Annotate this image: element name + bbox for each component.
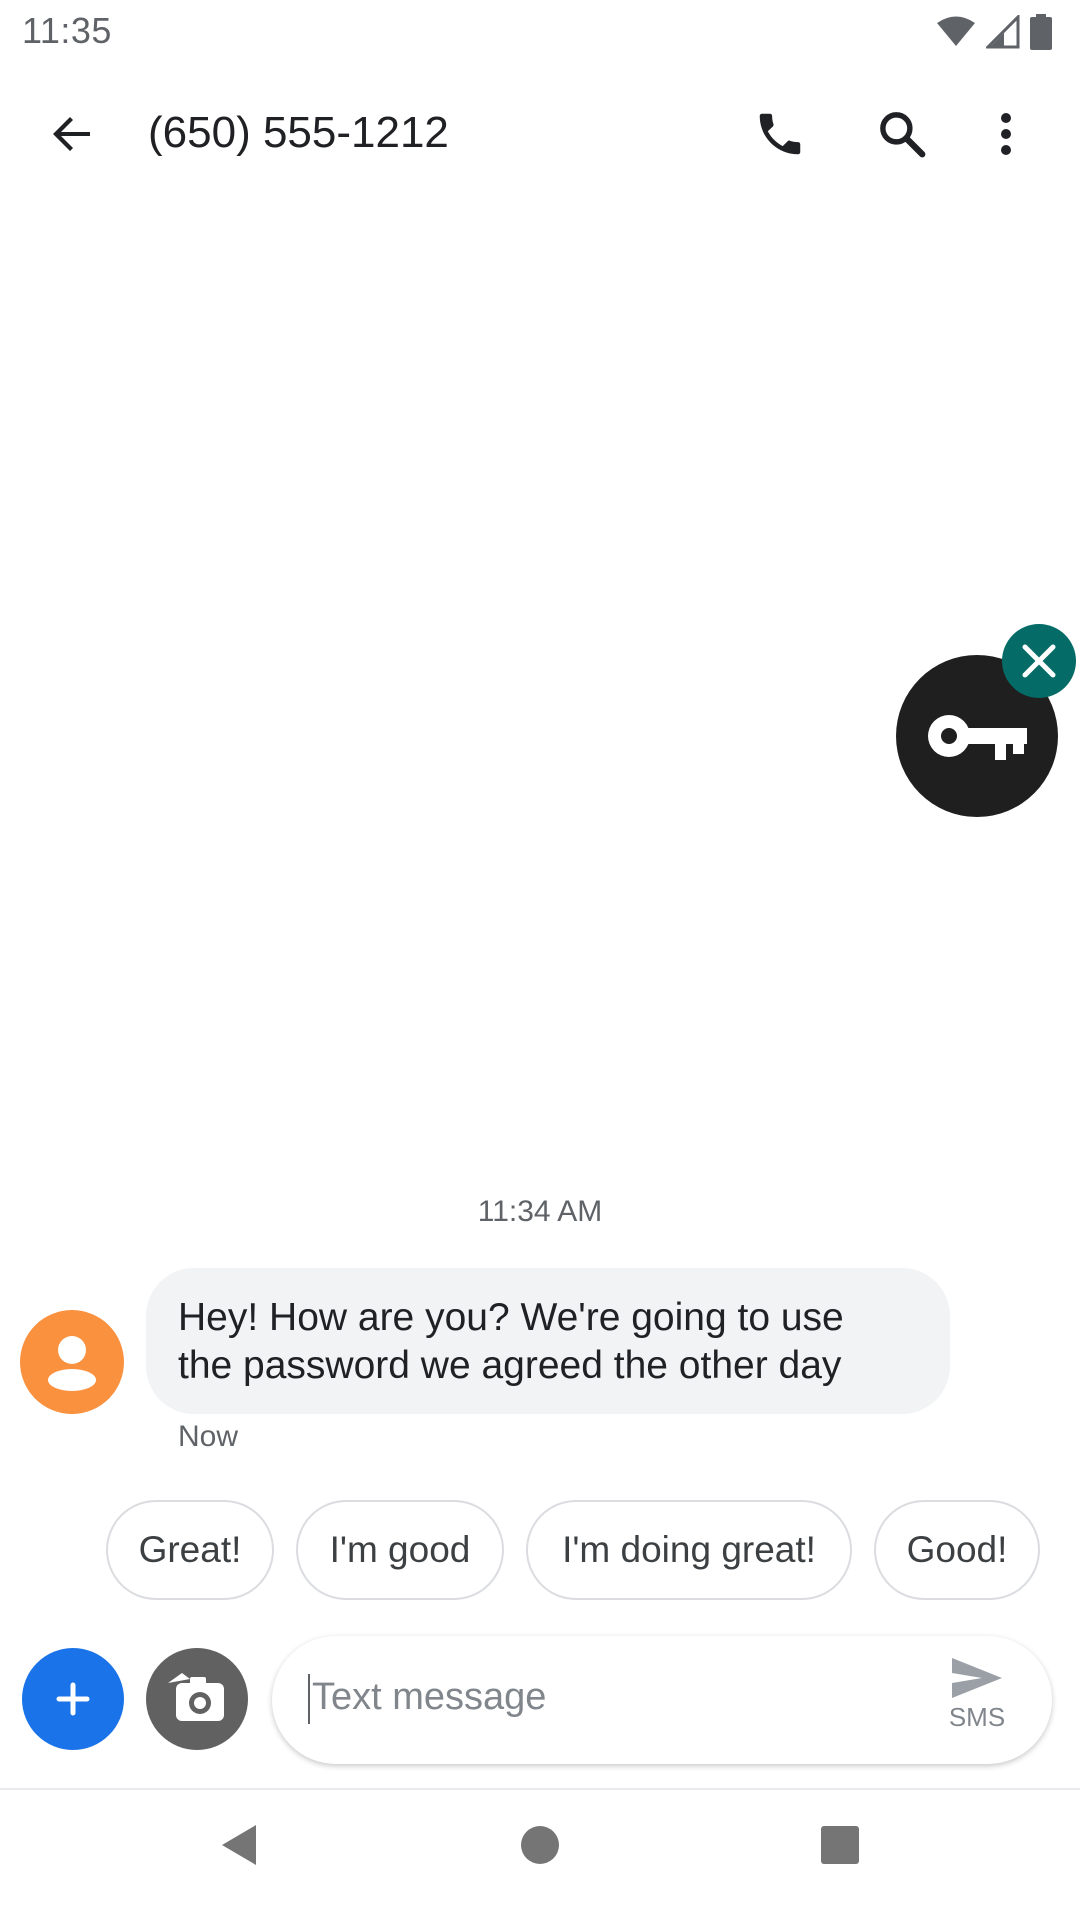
message-input[interactable]: Text message bbox=[312, 1676, 546, 1719]
text-cursor bbox=[308, 1674, 310, 1724]
search-icon bbox=[880, 112, 926, 158]
camera-icon bbox=[168, 1673, 224, 1721]
person-icon bbox=[48, 1336, 96, 1391]
smart-reply-chip[interactable]: I'm doing great! bbox=[526, 1500, 852, 1600]
message-timestamp: 11:34 AM bbox=[477, 1195, 603, 1228]
battery-icon bbox=[1030, 14, 1052, 50]
nav-recents-button[interactable] bbox=[800, 1805, 880, 1885]
close-icon bbox=[1022, 644, 1056, 678]
nav-recents-icon bbox=[821, 1826, 859, 1864]
status-time: 11:35 bbox=[22, 10, 112, 51]
camera-button[interactable] bbox=[146, 1648, 248, 1750]
conversation-title: (650) 555-1212 bbox=[148, 108, 449, 157]
call-button[interactable] bbox=[748, 102, 812, 166]
smart-reply-chip[interactable]: I'm good bbox=[296, 1500, 504, 1600]
smart-reply-chip[interactable]: Great! bbox=[106, 1500, 274, 1600]
phone-icon bbox=[759, 113, 801, 155]
back-button[interactable] bbox=[40, 102, 104, 166]
message-line-2: the password we agreed the other day bbox=[178, 1344, 842, 1387]
more-options-button[interactable] bbox=[978, 102, 1034, 166]
signal-icon bbox=[986, 15, 1020, 49]
key-icon bbox=[928, 715, 1027, 760]
nav-home-button[interactable] bbox=[500, 1805, 580, 1885]
search-button[interactable] bbox=[870, 102, 934, 166]
message-status: Now bbox=[178, 1420, 239, 1453]
more-vert-icon bbox=[1001, 113, 1011, 155]
nav-back-icon bbox=[222, 1825, 256, 1865]
compose-box[interactable]: Text message SMS bbox=[272, 1636, 1052, 1764]
back-arrow-icon bbox=[53, 117, 90, 151]
smart-reply-chip[interactable]: Good! bbox=[874, 1500, 1040, 1600]
message-line-1: Hey! How are you? We're going to use bbox=[178, 1296, 844, 1339]
status-icons bbox=[936, 12, 1052, 52]
add-attachment-button[interactable] bbox=[22, 1648, 124, 1750]
send-icon bbox=[952, 1658, 1002, 1698]
wifi-icon bbox=[937, 16, 975, 46]
contact-avatar[interactable] bbox=[20, 1310, 124, 1414]
plus-icon bbox=[56, 1682, 90, 1716]
nav-back-button[interactable] bbox=[200, 1805, 280, 1885]
send-mode-label: SMS bbox=[948, 1702, 1006, 1732]
nav-home-icon bbox=[521, 1826, 559, 1864]
incoming-message-bubble[interactable]: Hey! How are you? We're going to use the… bbox=[146, 1268, 950, 1414]
nav-divider bbox=[0, 1788, 1080, 1790]
send-button[interactable]: SMS bbox=[932, 1656, 1022, 1746]
close-key-bubble-button[interactable] bbox=[1002, 624, 1076, 698]
